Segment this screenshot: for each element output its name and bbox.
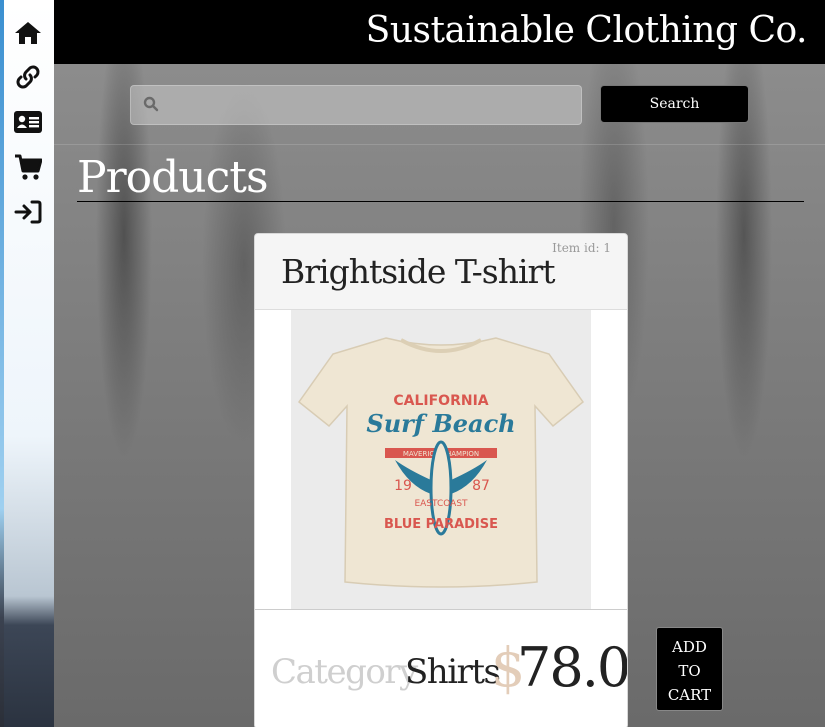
title-divider [77,201,804,202]
cart-icon[interactable] [13,152,43,182]
graphic-year-left: 19 [394,478,412,494]
page-title: Products [77,152,269,203]
product-name[interactable]: Brightside T-shirt [281,252,556,291]
search-icon [143,96,159,116]
sign-in-icon[interactable] [13,197,43,227]
item-id: Item id: 1 [552,241,611,255]
main-content: Search Products Item id: 1 Brightside T-… [54,64,825,727]
product-card: Item id: 1 Brightside T-shirt CALIFORNIA… [254,233,628,727]
brand-title[interactable]: Sustainable Clothing Co. [366,10,808,51]
category-label: Category [271,652,418,692]
product-image[interactable]: CALIFORNIA Surf Beach MAVERICK CHAMPION … [291,310,591,609]
add-to-cart-button[interactable]: ADD TO CART [656,627,723,711]
contact-card-icon[interactable] [13,107,43,137]
sidebar-nav [4,0,54,727]
product-price: 78.00 [517,636,628,699]
graphic-ribbon-text: EASTCOAST [414,499,468,509]
search-bar: Search [54,64,825,145]
category-value: Shirts [405,652,501,692]
graphic-top-text: CALIFORNIA [393,393,488,409]
graphic-main-text: Surf Beach [366,409,515,438]
search-box[interactable] [130,85,582,125]
site-header: Sustainable Clothing Co. [54,0,825,64]
product-card-footer: Category Shirts $ 78.00 [255,609,627,727]
graphic-bottom-text: BLUE PARADISE [384,517,498,532]
home-icon[interactable] [13,18,43,48]
link-icon[interactable] [13,62,43,92]
graphic-year-right: 87 [472,478,490,494]
search-button[interactable]: Search [600,85,749,123]
product-card-header: Item id: 1 Brightside T-shirt [255,234,627,310]
search-input[interactable] [167,92,571,118]
